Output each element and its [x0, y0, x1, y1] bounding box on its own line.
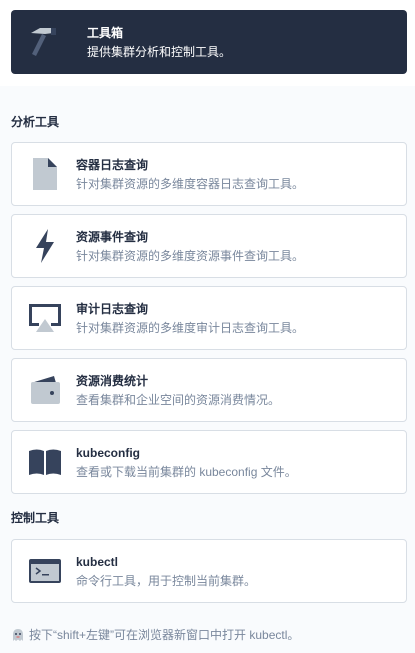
tool-title: 容器日志查询: [76, 157, 149, 172]
tool-description: 命令行工具，用于控制当前集群。: [76, 573, 257, 588]
tool-title: kubectl: [76, 554, 119, 569]
section-title-analysis: 分析工具: [11, 115, 60, 129]
header-description: 提供集群分析和控制工具。: [87, 44, 232, 59]
tool-description: 查看或下载当前集群的 kubeconfig 文件。: [76, 464, 297, 479]
header-title: 工具箱: [87, 25, 124, 40]
book-icon: [25, 442, 65, 482]
tool-card-resource-consumption[interactable]: 资源消费统计 查看集群和企业空间的资源消费情况。: [11, 358, 407, 422]
hammer-icon: [25, 22, 65, 62]
section-title-control: 控制工具: [11, 511, 60, 525]
tool-description: 查看集群和企业空间的资源消费情况。: [76, 392, 281, 407]
tool-title: 资源事件查询: [76, 229, 149, 244]
tool-card-container-log[interactable]: 容器日志查询 针对集群资源的多维度容器日志查询工具。: [11, 142, 407, 206]
tool-card-resource-events[interactable]: 资源事件查询 针对集群资源的多维度资源事件查询工具。: [11, 214, 407, 278]
tool-card-kubeconfig[interactable]: kubeconfig 查看或下载当前集群的 kubeconfig 文件。: [11, 430, 407, 494]
tool-description: 针对集群资源的多维度审计日志查询工具。: [76, 320, 305, 335]
tool-description: 针对集群资源的多维度容器日志查询工具。: [76, 176, 305, 191]
ghost-icon: [11, 628, 25, 642]
tool-card-audit-log[interactable]: 审计日志查询 针对集群资源的多维度审计日志查询工具。: [11, 286, 407, 350]
tool-description: 针对集群资源的多维度资源事件查询工具。: [76, 248, 305, 263]
document-icon: [25, 154, 65, 194]
monitor-icon: [25, 298, 65, 338]
terminal-icon: [25, 551, 65, 591]
tip-footer: 按下“shift+左键”可在浏览器新窗口中打开 kubectl。: [0, 616, 415, 653]
tool-title: 资源消费统计: [76, 373, 149, 388]
tool-title: 审计日志查询: [76, 301, 149, 316]
lightning-icon: [25, 226, 65, 266]
tool-card-kubectl[interactable]: kubectl 命令行工具，用于控制当前集群。: [11, 539, 407, 603]
tip-text: 按下“shift+左键”可在浏览器新窗口中打开 kubectl。: [29, 628, 300, 642]
wallet-icon: [25, 370, 65, 410]
toolbox-header: 工具箱 提供集群分析和控制工具。: [11, 10, 407, 74]
tool-title: kubeconfig: [76, 445, 141, 460]
